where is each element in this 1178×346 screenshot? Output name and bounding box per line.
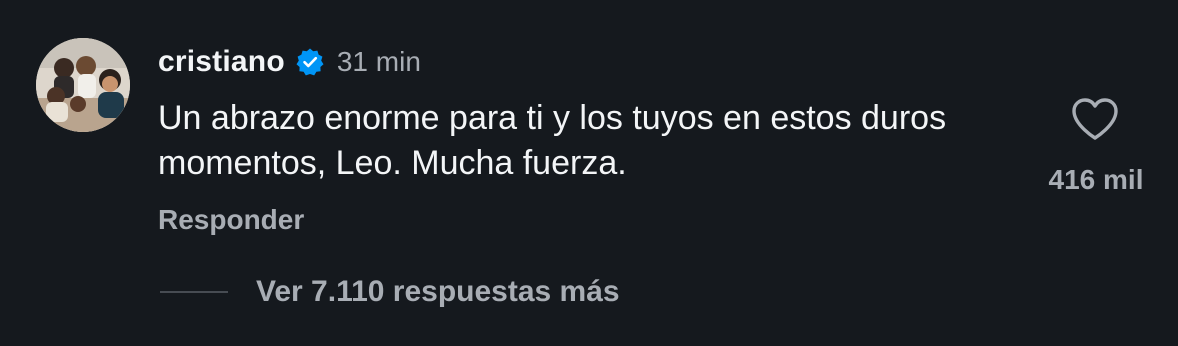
comment-item: cristiano 31 min Un abrazo enorme para t… — [0, 0, 1178, 346]
view-more-replies-button[interactable]: Ver 7.110 respuestas más — [160, 272, 620, 312]
like-count: 416 mil — [1048, 164, 1144, 195]
like-control: 416 mil — [1036, 94, 1156, 204]
avatar-photo — [36, 38, 130, 132]
comment-timestamp: 31 min — [336, 46, 421, 77]
avatar[interactable] — [36, 38, 130, 132]
verified-badge-icon — [295, 47, 325, 77]
username-link[interactable]: cristiano — [158, 45, 285, 79]
replies-divider — [160, 291, 228, 293]
comment-header: cristiano 31 min — [158, 40, 421, 84]
reply-button[interactable]: Responder — [158, 204, 304, 236]
comment-text: Un abrazo enorme para ti y los tuyos en … — [158, 99, 947, 182]
view-more-replies-label: Ver 7.110 respuestas más — [256, 275, 620, 308]
heart-outline-icon[interactable] — [1070, 96, 1120, 142]
